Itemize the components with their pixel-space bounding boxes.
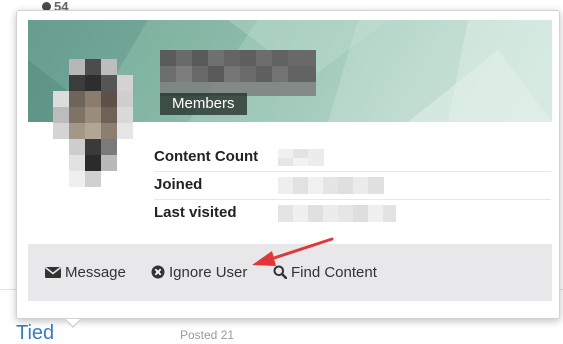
background-post-meta: Posted 21 (180, 328, 235, 342)
info-row-joined: Joined (154, 172, 551, 200)
user-avatar[interactable] (53, 59, 133, 187)
content-count-redacted (278, 149, 324, 166)
find-content-button[interactable]: Find Content (273, 264, 377, 282)
user-hovercard: Members Content Count Joined Last visite… (16, 10, 560, 328)
ignore-user-label: Ignore User (169, 264, 248, 281)
info-row-last-visited: Last visited (154, 200, 551, 227)
search-icon (273, 265, 287, 279)
ignore-user-button[interactable]: Ignore User (151, 264, 247, 282)
info-label: Joined (154, 176, 203, 193)
info-row-content-count: Content Count (154, 144, 551, 172)
member-group-badge: Members (160, 93, 247, 115)
hovercard-action-bar: Message Ignore User Find Content (28, 244, 552, 301)
ignore-x-icon (151, 265, 165, 279)
envelope-icon (45, 266, 61, 278)
background-link[interactable]: Tied (16, 323, 54, 343)
info-label: Content Count (154, 148, 259, 165)
hovercard-caret (65, 319, 81, 328)
message-button[interactable]: Message (45, 264, 126, 282)
info-label: Last visited (154, 204, 237, 221)
username-redacted (160, 50, 316, 96)
last-visited-redacted (278, 205, 396, 222)
find-content-label: Find Content (291, 264, 377, 281)
joined-date-redacted (278, 177, 384, 194)
message-label: Message (65, 264, 126, 281)
profile-info-list: Content Count Joined Last visited (154, 144, 551, 227)
